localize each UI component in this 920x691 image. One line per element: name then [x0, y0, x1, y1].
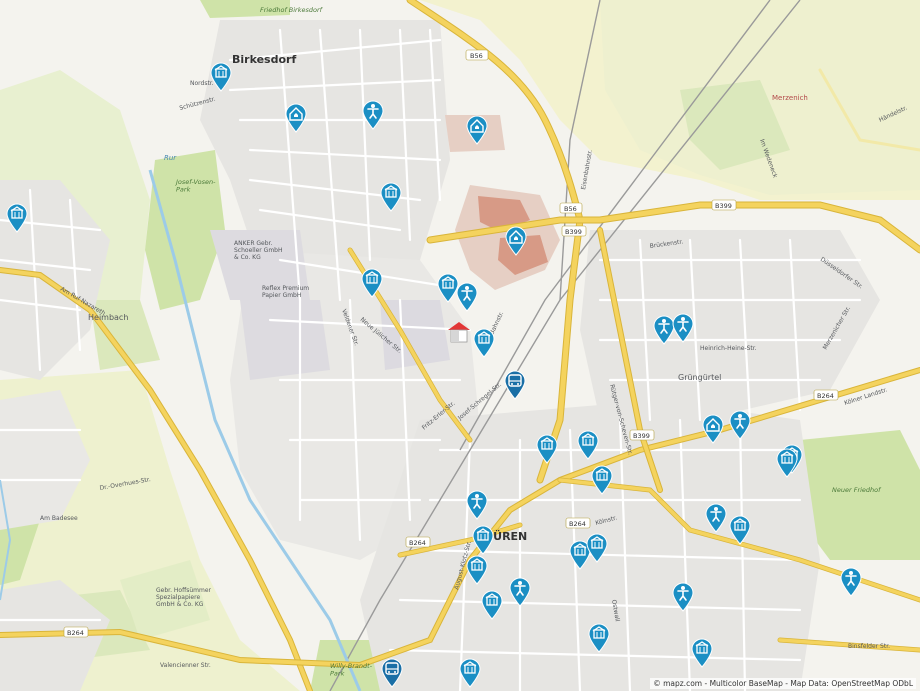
- svg-text:B399: B399: [633, 432, 650, 440]
- nursing-home-icon[interactable]: [465, 555, 489, 585]
- nursing-home-icon[interactable]: [458, 658, 482, 688]
- nursing-home-icon[interactable]: [209, 62, 233, 92]
- label-friedhof-birkesdorf: Friedhof Birkesdorf: [260, 6, 324, 14]
- road-shield: B399: [561, 225, 587, 237]
- nursing-home-icon[interactable]: [775, 448, 799, 478]
- care-service-icon[interactable]: [465, 490, 489, 520]
- senior-residence-icon[interactable]: [284, 103, 308, 133]
- label-rur: Rur: [164, 154, 177, 162]
- nursing-home-icon[interactable]: [360, 268, 384, 298]
- svg-text:B264: B264: [817, 392, 834, 400]
- street-label: Heinrich-Heine-Str.: [700, 345, 757, 352]
- street-label: Valencienner Str.: [160, 662, 211, 669]
- place-label-heimbach: Heimbach: [88, 313, 128, 322]
- nursing-home-icon[interactable]: [471, 525, 495, 555]
- svg-text:B264: B264: [67, 629, 84, 637]
- street-label: Am Badesee: [40, 515, 78, 522]
- svg-text:B56: B56: [470, 52, 483, 60]
- road-shield: B56: [559, 202, 583, 214]
- map-basemap: B56 B56 B399 B399 B264 B264 B264 B399 B2…: [0, 0, 920, 691]
- svg-text:B264: B264: [409, 539, 426, 547]
- road-shield: B264: [813, 389, 839, 401]
- nursing-home-icon[interactable]: [585, 533, 609, 563]
- bus-station-icon[interactable]: [503, 370, 527, 400]
- care-service-icon[interactable]: [671, 582, 695, 612]
- nursing-home-icon[interactable]: [590, 465, 614, 495]
- care-service-icon[interactable]: [508, 577, 532, 607]
- nursing-home-icon[interactable]: [379, 182, 403, 212]
- svg-text:B399: B399: [715, 202, 732, 210]
- svg-text:B56: B56: [564, 205, 577, 213]
- neuer-friedhof: [800, 430, 920, 560]
- map-canvas[interactable]: B56 B56 B399 B399 B264 B264 B264 B399 B2…: [0, 0, 920, 691]
- nursing-home-icon[interactable]: [5, 203, 29, 233]
- street-label: Binsfelder Str.: [848, 643, 890, 650]
- senior-residence-icon[interactable]: [701, 414, 725, 444]
- road-shield: B264: [405, 536, 431, 548]
- nursing-home-icon[interactable]: [535, 434, 559, 464]
- care-service-icon[interactable]: [455, 282, 479, 312]
- road-shield: B264: [63, 626, 89, 638]
- road-shield: B399: [711, 199, 737, 211]
- road-shield: B56: [465, 49, 489, 61]
- nursing-home-icon[interactable]: [690, 638, 714, 668]
- care-service-icon[interactable]: [728, 410, 752, 440]
- place-label-birkesdorf: Birkesdorf: [232, 53, 296, 66]
- care-service-icon[interactable]: [704, 503, 728, 533]
- place-label-merzenich: Merzenich: [772, 94, 808, 102]
- care-service-icon[interactable]: [839, 567, 863, 597]
- nursing-home-icon[interactable]: [587, 623, 611, 653]
- svg-text:B264: B264: [569, 520, 586, 528]
- map-attribution: © mapz.com - Multicolor BaseMap - Map Da…: [650, 678, 916, 689]
- road-shield: B264: [565, 517, 591, 529]
- place-label-gruengurtel: Grüngürtel: [678, 373, 721, 382]
- road-shield: B399: [629, 429, 655, 441]
- nursing-home-icon[interactable]: [480, 590, 504, 620]
- nursing-home-icon[interactable]: [728, 515, 752, 545]
- nursing-home-icon[interactable]: [472, 328, 496, 358]
- svg-text:B399: B399: [565, 228, 582, 236]
- bus-station-icon[interactable]: [380, 658, 404, 688]
- label-neuer-friedhof: Neuer Friedhof: [832, 486, 882, 494]
- senior-residence-icon[interactable]: [465, 115, 489, 145]
- nursing-home-icon[interactable]: [576, 430, 600, 460]
- care-service-icon[interactable]: [671, 313, 695, 343]
- senior-residence-icon[interactable]: [504, 226, 528, 256]
- care-service-icon[interactable]: [361, 100, 385, 130]
